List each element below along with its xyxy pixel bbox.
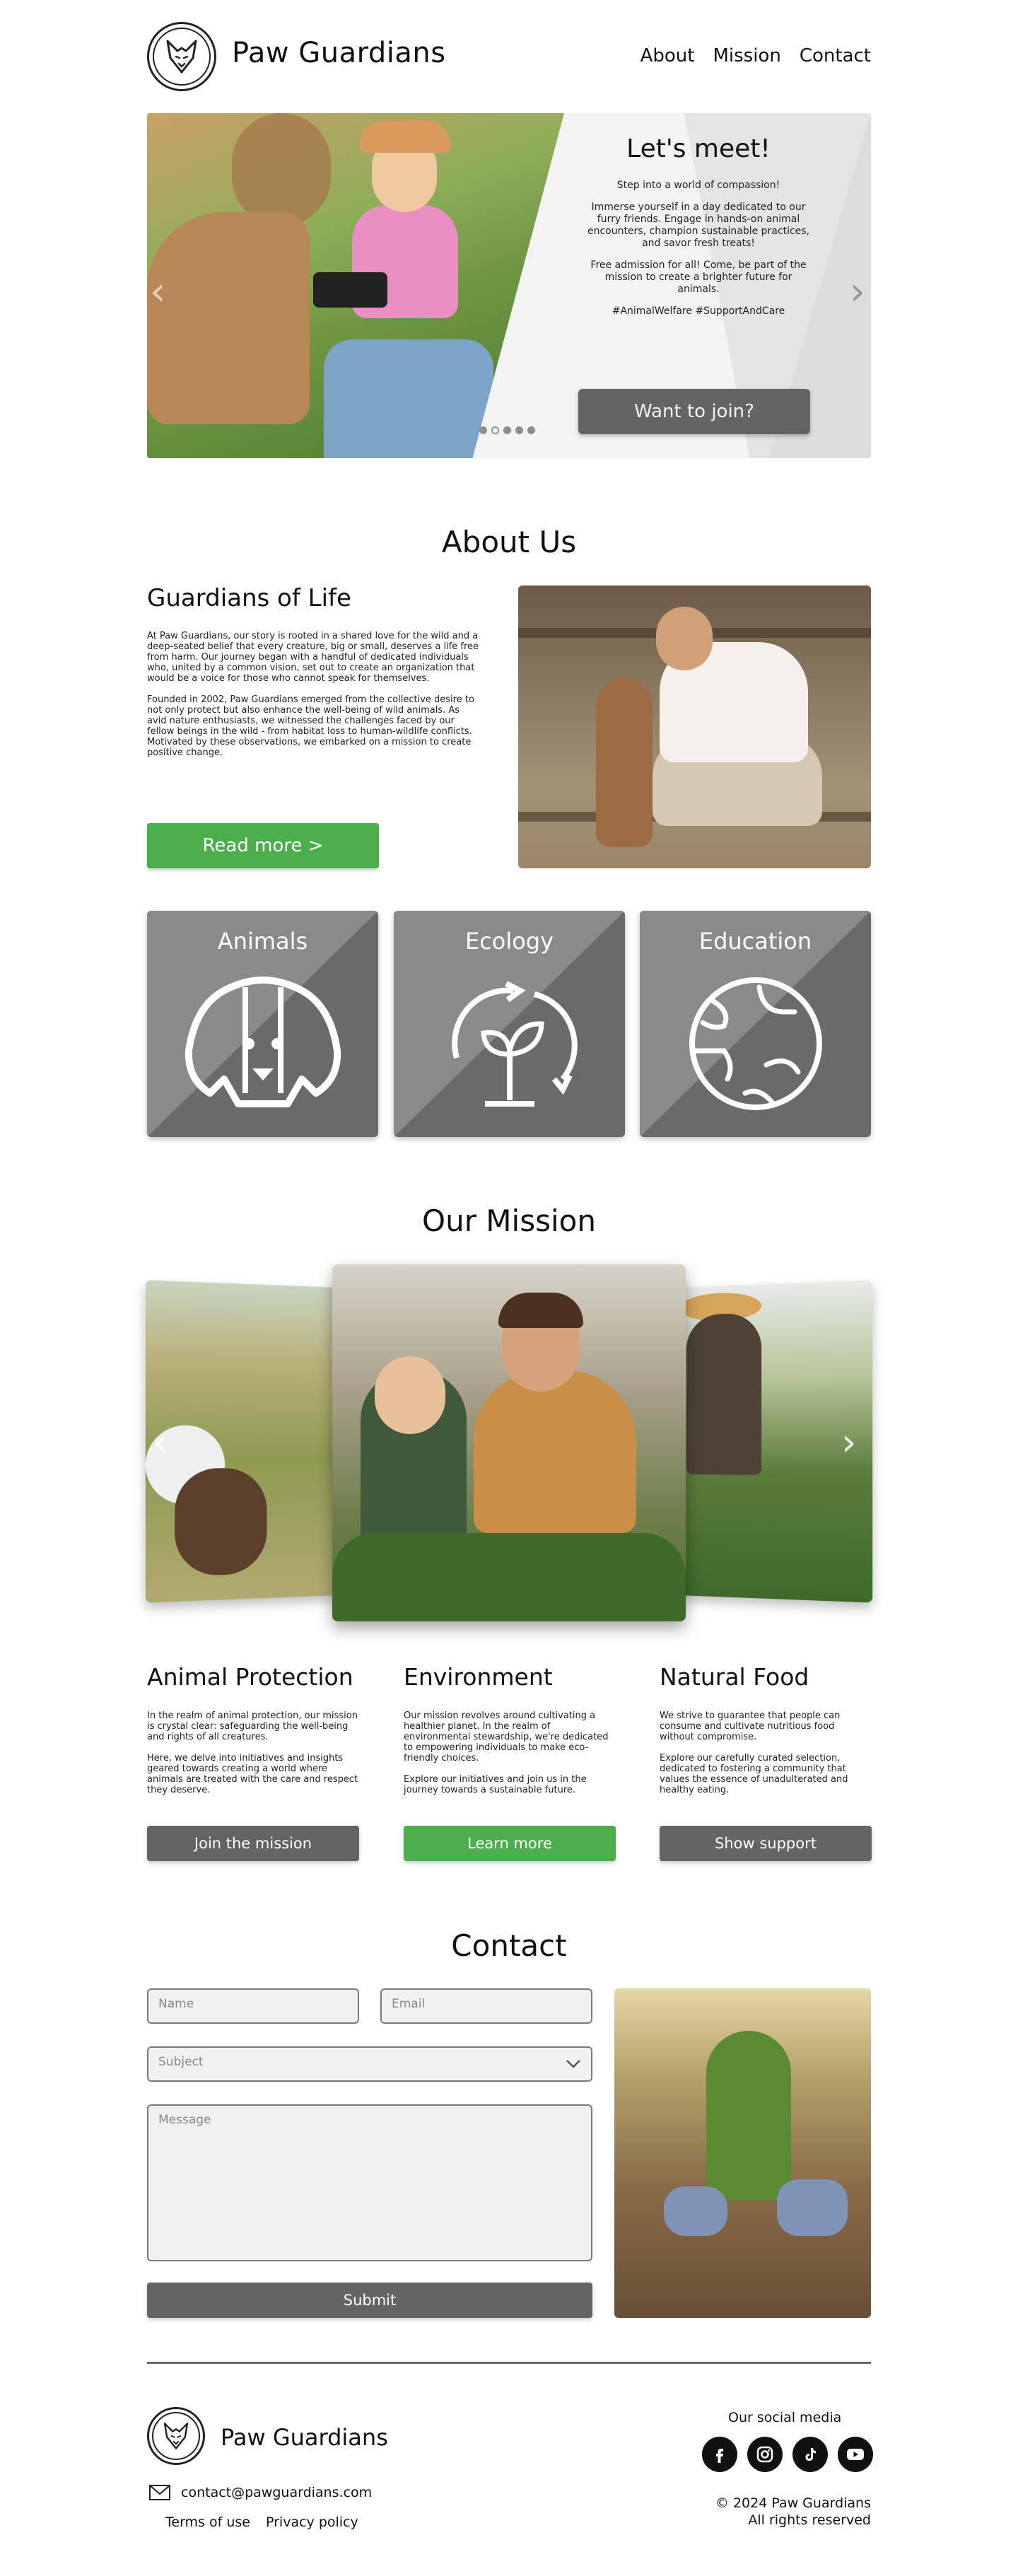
rights-text: All rights reserved xyxy=(748,2512,871,2528)
hero-prev-arrow-icon[interactable]: ‹ xyxy=(150,269,165,315)
slider-dot-active[interactable] xyxy=(491,426,499,434)
contact-image-planting-tree xyxy=(614,1988,871,2318)
hero-description: Step into a world of compassion! Immerse… xyxy=(585,180,812,327)
about-image-man-with-kangaroo xyxy=(518,585,871,868)
slider-dot[interactable] xyxy=(527,426,535,434)
footer-brand: Paw Guardians xyxy=(221,2424,388,2451)
about-title: About Us xyxy=(441,525,577,559)
hero-image-girl-with-deer xyxy=(147,113,564,458)
nav-about[interactable]: About xyxy=(640,45,695,66)
mission-column-title: Animal Protection xyxy=(147,1663,353,1691)
footer-copyright: © 2024 Paw Guardians All rights reserved xyxy=(715,2495,871,2529)
hero-title: Let's meet! xyxy=(626,134,771,163)
mission-column-paragraph: Our mission revolves around cultivating … xyxy=(404,1710,609,1764)
footer-divider xyxy=(147,2362,871,2364)
mission-column-paragraph: In the realm of animal protection, our m… xyxy=(147,1710,358,1742)
dog-icon xyxy=(185,977,341,1107)
footer-email-text: contact@pawguardians.com xyxy=(181,2485,373,2500)
hero-paragraph: Free admission for all! Come, be part of… xyxy=(590,260,807,295)
social-icons xyxy=(702,2437,873,2472)
about-text: At Paw Guardians, our story is rooted in… xyxy=(147,631,479,769)
slider-dots xyxy=(479,426,535,434)
globe-icon xyxy=(689,977,822,1110)
sprout-cycle-icon xyxy=(451,981,578,1107)
brand-name[interactable]: Paw Guardians xyxy=(232,37,446,69)
mission-column-paragraph: Here, we delve into initiatives and insi… xyxy=(147,1753,358,1795)
about-subtitle: Guardians of Life xyxy=(147,584,351,612)
name-field[interactable]: Name xyxy=(147,1988,359,2024)
email-field[interactable]: Email xyxy=(380,1988,592,2024)
hero-slider: ‹ Let's meet! Step into a world of compa… xyxy=(147,113,871,458)
card-education[interactable]: Education xyxy=(640,911,871,1137)
chevron-down-icon xyxy=(566,2060,580,2068)
mission-column-title: Natural Food xyxy=(660,1663,809,1691)
logo[interactable] xyxy=(147,22,216,91)
submit-button[interactable]: Submit xyxy=(147,2283,592,2318)
hero-hashtags: #AnimalWelfare #SupportAndCare xyxy=(612,305,785,317)
hero-paragraph: Step into a world of compassion! xyxy=(616,180,780,191)
hero-paragraph: Immerse yourself in a day dedicated to o… xyxy=(587,202,810,249)
footer-logo[interactable] xyxy=(147,2407,205,2465)
join-the-mission-button[interactable]: Join the mission xyxy=(147,1826,359,1861)
tiktok-icon[interactable] xyxy=(792,2437,828,2472)
card-label: Education xyxy=(698,928,812,955)
nav-mission[interactable]: Mission xyxy=(713,45,780,66)
main-nav: About Mission Contact xyxy=(640,45,871,66)
hero-next-arrow-icon[interactable]: › xyxy=(850,269,865,315)
footer-email[interactable]: contact@pawguardians.com xyxy=(148,2484,372,2501)
facebook-icon[interactable] xyxy=(702,2437,737,2472)
slider-dot[interactable] xyxy=(503,426,511,434)
mission-next-arrow-icon[interactable]: › xyxy=(841,1420,857,1464)
card-animals[interactable]: Animals xyxy=(147,911,378,1137)
card-label: Animals xyxy=(217,928,308,955)
slider-dot[interactable] xyxy=(479,426,487,434)
terms-link[interactable]: Terms of use xyxy=(165,2514,250,2530)
mail-icon xyxy=(149,2485,170,2500)
social-label: Our social media xyxy=(728,2410,842,2425)
learn-more-button[interactable]: Learn more xyxy=(404,1826,616,1861)
mission-column-paragraph: Explore our initiatives and join us in t… xyxy=(404,1774,587,1795)
mission-title: Our Mission xyxy=(422,1204,596,1238)
copyright-text: © 2024 Paw Guardians xyxy=(715,2495,871,2511)
site-header: Paw Guardians About Mission Contact xyxy=(147,20,871,93)
subject-select-value: Subject xyxy=(158,2055,204,2069)
nav-contact[interactable]: Contact xyxy=(800,45,871,66)
mission-column-title: Environment xyxy=(404,1663,553,1691)
show-support-button[interactable]: Show support xyxy=(660,1826,872,1861)
mission-image-father-son-gardening[interactable] xyxy=(332,1264,686,1621)
privacy-link[interactable]: Privacy policy xyxy=(266,2514,358,2530)
mission-image-goats[interactable] xyxy=(145,1280,346,1603)
mission-column-paragraph: Explore our carefully curated selection,… xyxy=(660,1753,848,1795)
mission-column-environment: Environment Our mission revolves around … xyxy=(404,1663,616,1817)
mission-column-paragraph: We strive to guarantee that people can c… xyxy=(660,1710,841,1742)
want-to-join-button[interactable]: Want to join? xyxy=(578,389,810,434)
message-textarea[interactable]: Message xyxy=(147,2104,592,2261)
contact-title: Contact xyxy=(451,1928,567,1963)
slider-dot[interactable] xyxy=(515,426,523,434)
fox-logo-icon xyxy=(163,2423,189,2449)
youtube-icon[interactable] xyxy=(838,2437,873,2472)
card-label: Ecology xyxy=(464,928,554,955)
mission-column-natural-food: Natural Food We strive to guarantee that… xyxy=(660,1663,872,1817)
read-more-button[interactable]: Read more > xyxy=(147,823,379,868)
instagram-icon[interactable] xyxy=(747,2437,783,2472)
fox-logo-icon xyxy=(166,40,197,74)
mission-column-animal-protection: Animal Protection In the realm of animal… xyxy=(147,1663,359,1817)
card-ecology[interactable]: Ecology xyxy=(394,911,625,1137)
subject-select[interactable]: Subject xyxy=(147,2046,592,2082)
about-paragraph: At Paw Guardians, our story is rooted in… xyxy=(147,631,479,684)
mission-prev-arrow-icon[interactable]: ‹ xyxy=(153,1420,168,1464)
footer-links: Terms of use Privacy policy xyxy=(165,2514,358,2530)
about-paragraph: Founded in 2002, Paw Guardians emerged f… xyxy=(147,694,474,758)
